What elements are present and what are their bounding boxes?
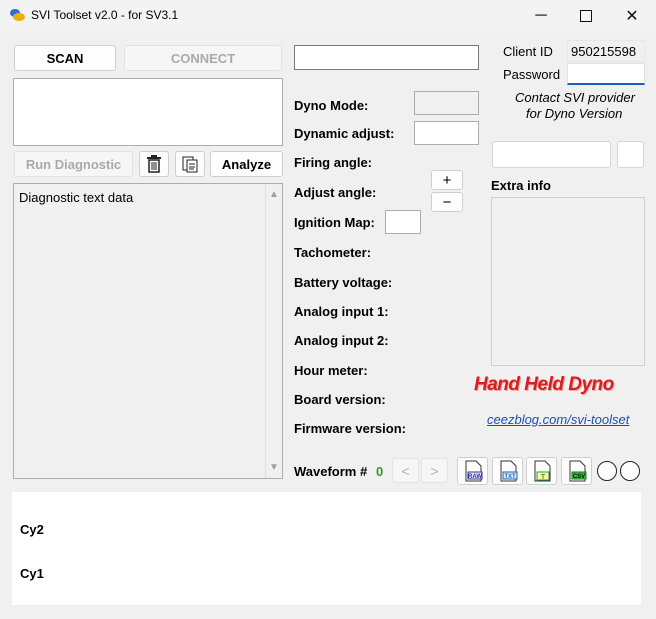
firmware-version-label: Firmware version: <box>294 421 406 436</box>
password-input[interactable] <box>567 63 645 85</box>
txt-file-icon: TXT <box>500 460 517 482</box>
t-file-icon: T <box>534 460 550 482</box>
window-title: SVI Toolset v2.0 - for SV3.1 <box>31 8 179 22</box>
contact-text-line2: for Dyno Version <box>526 106 623 121</box>
hand-held-dyno-logo: Hand Held Dyno <box>474 374 614 395</box>
close-button[interactable]: ✕ <box>609 0 655 31</box>
scrollbar[interactable]: ▲ ▼ <box>265 184 282 478</box>
diagnostic-text: Diagnostic text data <box>19 190 134 205</box>
export-csv-button[interactable]: CSV <box>561 457 592 485</box>
delete-button[interactable] <box>139 151 169 177</box>
waveform-number: 0 <box>376 464 384 479</box>
client-id-field: 950215598 <box>567 40 645 62</box>
ignition-map-input[interactable] <box>385 210 421 234</box>
password-label: Password <box>503 67 561 82</box>
tachometer-label: Tachometer: <box>294 245 372 260</box>
status-field[interactable] <box>294 45 479 70</box>
csv-file-icon: CSV <box>569 460 586 482</box>
cy2-label: Cy2 <box>20 522 44 537</box>
export-raw-button[interactable]: RAW <box>457 457 488 485</box>
decrease-angle-button[interactable]: − <box>431 192 463 212</box>
dynamic-adjust-label: Dynamic adjust: <box>294 126 395 141</box>
waveform-label: Waveform # <box>294 464 368 479</box>
dyno-mode-label: Dyno Mode: <box>294 98 369 113</box>
board-version-label: Board version: <box>294 392 386 407</box>
cy1-label: Cy1 <box>20 566 44 581</box>
run-diagnostic-button[interactable]: Run Diagnostic <box>14 151 133 177</box>
clipboard-icon <box>182 156 198 173</box>
hour-meter-label: Hour meter: <box>294 363 368 378</box>
svg-text:RAW: RAW <box>468 474 482 480</box>
prev-waveform-button[interactable]: < <box>392 458 419 483</box>
increase-angle-button[interactable]: + <box>431 170 463 190</box>
export-txt-button[interactable]: TXT <box>492 457 523 485</box>
battery-voltage-label: Battery voltage: <box>294 275 393 290</box>
next-waveform-button[interactable]: > <box>421 458 448 483</box>
minimize-button[interactable]: ─ <box>518 0 564 31</box>
analog-input-2-label: Analog input 2: <box>294 333 389 348</box>
title-bar: SVI Toolset v2.0 - for SV3.1 ─ ✕ <box>0 0 656 31</box>
svg-text:CSV: CSV <box>572 474 584 480</box>
app-icon <box>10 9 25 21</box>
ceezblog-link[interactable]: ceezblog.com/svi-toolset <box>487 412 629 427</box>
extra-button[interactable] <box>617 141 644 168</box>
maximize-icon <box>580 9 592 22</box>
trash-icon <box>147 155 161 173</box>
analog-input-1-label: Analog input 1: <box>294 304 389 319</box>
dyno-mode-field <box>414 91 479 115</box>
analyze-button[interactable]: Analyze <box>210 151 283 177</box>
export-t-button[interactable]: T <box>526 457 557 485</box>
raw-file-icon: RAW <box>465 460 482 482</box>
client-id-label: Client ID <box>503 44 553 59</box>
scroll-down-arrow-icon[interactable]: ▼ <box>269 462 279 473</box>
svg-text:T: T <box>540 474 545 481</box>
extra-info-label: Extra info <box>491 178 551 193</box>
connect-button[interactable]: CONNECT <box>124 45 282 71</box>
svg-text:TXT: TXT <box>504 474 516 480</box>
extra-info-panel <box>491 197 645 366</box>
dynamic-adjust-input[interactable] <box>414 121 479 145</box>
scan-button[interactable]: SCAN <box>14 45 116 71</box>
adjust-angle-label: Adjust angle: <box>294 185 377 200</box>
indicator-circle-1 <box>597 461 617 481</box>
indicator-circle-2 <box>620 461 640 481</box>
ignition-map-label: Ignition Map: <box>294 215 375 230</box>
firing-angle-label: Firing angle: <box>294 155 372 170</box>
client-id-value: 950215598 <box>571 44 637 59</box>
contact-text-line1: Contact SVI provider <box>515 90 635 105</box>
diagnostic-text-area[interactable]: Diagnostic text data ▲ ▼ <box>13 183 283 479</box>
waveform-plot[interactable]: Cy2 Cy1 <box>12 492 641 605</box>
extra-input[interactable] <box>492 141 611 168</box>
maximize-button[interactable] <box>563 0 609 31</box>
device-list[interactable] <box>13 78 283 146</box>
scroll-up-arrow-icon[interactable]: ▲ <box>269 189 279 200</box>
copy-button[interactable] <box>175 151 205 177</box>
